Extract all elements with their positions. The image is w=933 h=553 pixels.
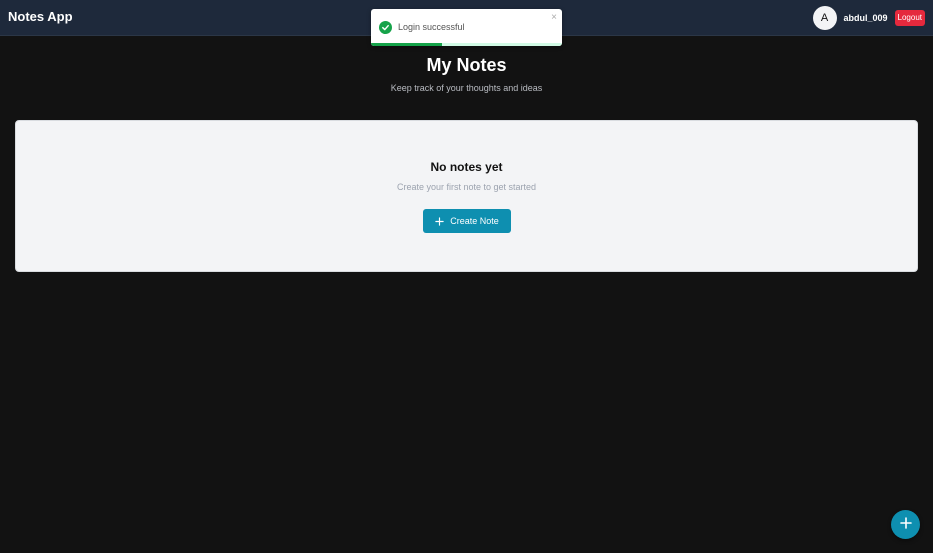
username: abdul_009	[843, 12, 888, 23]
empty-state-title: No notes yet	[430, 160, 503, 174]
avatar[interactable]: A	[812, 5, 837, 30]
empty-state-description: Create your first note to get started	[396, 182, 537, 192]
check-circle-icon	[379, 21, 392, 34]
floating-add-button[interactable]	[891, 510, 920, 539]
login-toast[interactable]: Login successful ×	[371, 9, 562, 46]
user-area: A abdul_009 Logout	[812, 5, 925, 30]
toast-message: Login successful	[398, 22, 465, 32]
create-note-button[interactable]: Create Note	[423, 209, 511, 233]
page-title: My Notes	[426, 55, 507, 75]
plus-icon	[435, 216, 444, 226]
page-subtitle: Keep track of your thoughts and ideas	[390, 83, 543, 93]
empty-state-card: No notes yet Create your first note to g…	[15, 120, 918, 272]
plus-icon	[899, 516, 912, 534]
toast-progress-track	[371, 43, 562, 46]
toast-progress-bar	[371, 43, 442, 46]
logout-button[interactable]: Logout	[894, 9, 925, 26]
create-note-label: Create Note	[450, 216, 499, 226]
close-icon[interactable]: ×	[551, 12, 557, 23]
app-title[interactable]: Notes App	[8, 9, 73, 24]
